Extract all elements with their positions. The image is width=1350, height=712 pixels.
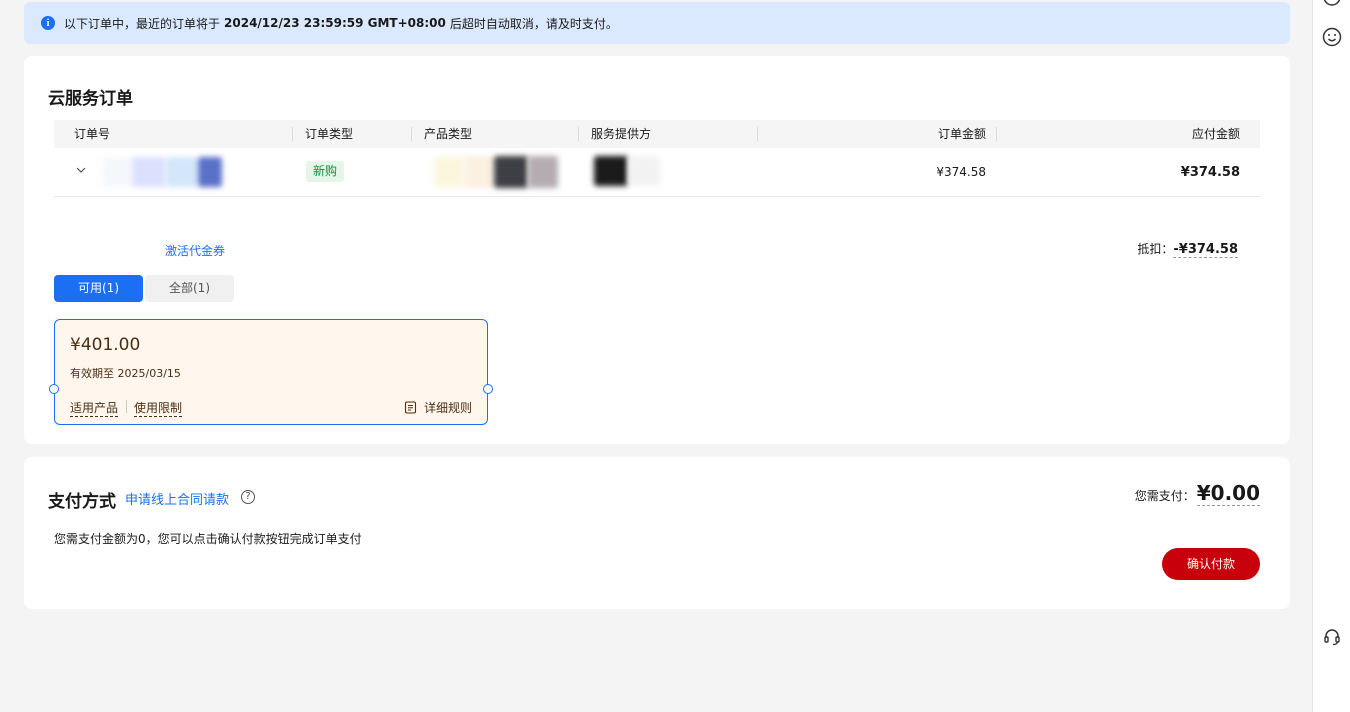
deduct-label: 抵扣：	[1137, 242, 1174, 256]
document-icon	[404, 401, 417, 414]
detailed-rules-link[interactable]: 详细规则	[404, 399, 472, 416]
notice-prefix: 以下订单中，最近的订单将于	[64, 16, 221, 31]
payment-note: 您需支付金额为0，您可以点击确认付款按钮完成订单支付	[54, 532, 362, 546]
redacted-product-type	[494, 156, 528, 188]
deduct-value[interactable]: -¥374.58	[1173, 242, 1238, 258]
payable-value: ¥374.58	[1180, 165, 1240, 180]
amount-due-value[interactable]: ¥0.00	[1196, 481, 1260, 506]
col-payable: 应付金额	[1191, 127, 1240, 141]
col-order-no: 订单号	[74, 127, 111, 141]
notice-deadline: 2024/12/23 23:59:59 GMT+08:00	[224, 16, 446, 30]
voucher-validity: 有效期至 2025/03/15	[70, 367, 181, 380]
column-divider	[578, 127, 579, 141]
apply-contract-link[interactable]: 申请线上合同请款	[125, 489, 229, 508]
partial-top-icon[interactable]	[1321, 0, 1343, 8]
activate-voucher-link[interactable]: 激活代金券	[165, 242, 225, 259]
voucher-amount: ¥401.00	[70, 335, 141, 355]
order-amount-value: ¥374.58	[936, 165, 986, 179]
payment-method-card: 支付方式 申请线上合同请款 ? 您需支付金额为0，您可以点击确认付款按钮完成订单…	[24, 457, 1290, 609]
tab-available[interactable]: 可用(1)	[54, 275, 143, 302]
voucher-notch-left	[49, 384, 59, 394]
amount-due-label: 您需支付：	[1134, 489, 1195, 503]
tab-all[interactable]: 全部(1)	[145, 275, 234, 302]
redacted-provider	[628, 156, 660, 186]
redacted-order-number	[102, 157, 132, 187]
orders-table-header: 订单号 订单类型 产品类型 服务提供方 订单金额 应付金额	[54, 120, 1260, 148]
column-divider	[757, 127, 758, 141]
column-divider	[996, 127, 997, 141]
col-order-amount: 订单金额	[937, 127, 986, 141]
col-provider: 服务提供方	[591, 127, 652, 141]
table-row: 新购 ¥374.58 ¥374.58	[54, 148, 1260, 197]
chevron-down-icon[interactable]	[76, 165, 86, 175]
cloud-orders-card: 云服务订单 订单号 订单类型 产品类型 服务提供方 订单金额 应付金额 新购 ¥…	[24, 56, 1290, 444]
col-order-type: 订单类型	[305, 127, 354, 141]
redacted-provider	[594, 156, 628, 186]
info-icon: i	[41, 16, 55, 30]
notice-suffix: 后超时自动取消，请及时支付。	[449, 16, 618, 31]
column-divider	[411, 127, 412, 141]
detailed-rules-label: 详细规则	[423, 401, 472, 415]
amount-due: 您需支付： ¥0.00	[1135, 481, 1260, 506]
help-icon[interactable]: ?	[241, 490, 255, 504]
redacted-order-number	[132, 157, 166, 187]
col-product-type: 产品类型	[424, 127, 473, 141]
order-type-tag: 新购	[306, 161, 345, 182]
voucher-card[interactable]: ¥401.00 有效期至 2025/03/15 适用产品 使用限制 详细规则	[49, 319, 493, 425]
applicable-products-link[interactable]: 适用产品	[70, 399, 119, 417]
voucher-notch-right	[483, 384, 493, 394]
headset-icon[interactable]	[1321, 626, 1343, 648]
smiley-icon[interactable]	[1321, 26, 1343, 48]
redacted-order-number	[198, 157, 222, 187]
column-divider	[292, 127, 293, 141]
right-rail	[1312, 0, 1350, 712]
usage-limits-link[interactable]: 使用限制	[134, 399, 183, 417]
redacted-product-type	[434, 156, 464, 188]
redacted-product-type	[464, 156, 494, 188]
redacted-order-number	[166, 157, 198, 187]
timeout-notice: i 以下订单中，最近的订单将于 2024/12/23 23:59:59 GMT+…	[24, 2, 1290, 44]
orders-title: 云服务订单	[48, 89, 133, 109]
confirm-payment-button[interactable]: 确认付款	[1162, 548, 1260, 580]
redacted-product-type	[528, 156, 558, 188]
voucher-tabs: 可用(1) 全部(1)	[54, 275, 234, 302]
payment-title: 支付方式	[48, 492, 116, 512]
deduction: 抵扣：-¥374.58	[1137, 240, 1238, 258]
link-divider	[126, 400, 127, 413]
